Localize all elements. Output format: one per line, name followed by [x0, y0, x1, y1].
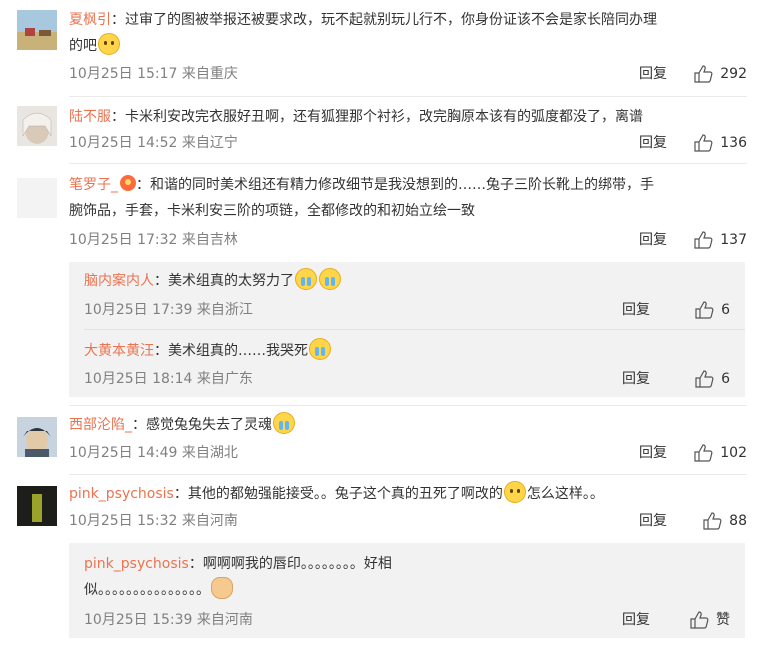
- like-button[interactable]: 136: [685, 131, 747, 155]
- like-button[interactable]: 6: [668, 367, 730, 391]
- like-button[interactable]: 88: [685, 509, 747, 533]
- username-link[interactable]: 脑内案内人: [84, 273, 154, 289]
- thumbs-up-icon: [690, 611, 709, 629]
- thumbs-up-icon: [695, 301, 714, 319]
- reply-button[interactable]: 回复: [639, 441, 667, 465]
- like-button[interactable]: 102: [685, 441, 747, 465]
- crying-emoji-icon: [273, 412, 295, 434]
- reply-button[interactable]: 回复: [639, 131, 667, 155]
- username-link[interactable]: 夏枫引: [69, 12, 111, 28]
- avatar[interactable]: [17, 10, 57, 50]
- like-count: 292: [720, 66, 747, 82]
- reply-thread: pink_psychosis：啊啊啊我的唇印。。。。。。。。好相 似。。。。。。…: [69, 543, 745, 638]
- reply-button[interactable]: 回复: [639, 228, 667, 252]
- like-button[interactable]: 137: [685, 228, 747, 252]
- like-count: 6: [721, 371, 730, 387]
- comment-timestamp: 10月25日 14:49 来自湖北: [69, 445, 238, 461]
- victory-hand-emoji-icon: [211, 577, 233, 599]
- thinking-emoji-icon: [98, 33, 120, 55]
- reply-button[interactable]: 回复: [622, 367, 650, 391]
- reply-text: 脑内案内人：美术组真的太努力了: [84, 268, 730, 294]
- divider: [69, 163, 747, 164]
- comment-timestamp: 10月25日 15:32 来自河南: [69, 513, 238, 529]
- divider: [69, 405, 747, 406]
- divider: [84, 329, 745, 330]
- username-link[interactable]: pink_psychosis: [84, 556, 189, 572]
- username-link[interactable]: 西部沦陷_: [69, 417, 132, 433]
- comment-text: 笔罗子_ ：和谐的同时美术组还有精力修改细节是我没想到的……兔子三阶长靴上的绑带，…: [69, 175, 654, 219]
- thumbs-up-icon: [695, 370, 714, 388]
- reply-text: pink_psychosis：啊啊啊我的唇印。。。。。。。。好相 似。。。。。。…: [84, 556, 392, 599]
- crying-emoji-icon: [309, 338, 331, 360]
- reply-button[interactable]: 回复: [622, 298, 650, 322]
- vip-badge-icon: [120, 175, 136, 191]
- thumbs-up-icon: [694, 134, 713, 152]
- reply-thread: 脑内案内人：美术组真的太努力了 10月25日 17:39 来自浙江 回复 6 大…: [69, 262, 745, 397]
- comment-text: 夏枫引：过审了的图被举报还被要求改，玩不起就别玩儿行不，你身份证该不会是家长陪同…: [69, 12, 657, 55]
- like-button[interactable]: 292: [685, 62, 747, 86]
- comment-text: pink_psychosis：其他的都勉强能接受。。兔子这个真的丑死了啊改的 怎么…: [69, 481, 747, 507]
- reply-text: 大黄本黄汪：美术组真的……我哭死: [84, 338, 730, 364]
- avatar[interactable]: [17, 417, 57, 457]
- avatar[interactable]: [17, 486, 57, 526]
- speechless-emoji-icon: [503, 481, 526, 503]
- username-link[interactable]: 陆不服: [69, 109, 111, 125]
- comment-timestamp: 10月25日 14:52 来自辽宁: [69, 135, 238, 151]
- reply-timestamp: 10月25日 18:14 来自广东: [84, 371, 253, 387]
- reply-timestamp: 10月25日 17:39 来自浙江: [84, 302, 253, 318]
- reply-timestamp: 10月25日 15:39 来自河南: [84, 612, 253, 628]
- thumbs-up-icon: [703, 512, 722, 530]
- reply-button[interactable]: 回复: [639, 509, 667, 533]
- crying-emoji-icon: [295, 268, 317, 290]
- comment-text: 陆不服：卡米利安改完衣服好丑啊，还有狐狸那个衬衫，改完胸原本该有的弧度都没了，离…: [69, 109, 643, 125]
- comment-timestamp: 10月25日 15:17 来自重庆: [69, 66, 238, 82]
- username-link[interactable]: 笔罗子_: [69, 177, 118, 193]
- username-link[interactable]: 大黄本黄汪: [84, 343, 154, 359]
- like-count: 136: [720, 135, 747, 151]
- thumbs-up-icon: [694, 444, 713, 462]
- divider: [69, 474, 747, 475]
- reply-button[interactable]: 回复: [622, 608, 650, 632]
- like-count: 88: [729, 513, 747, 529]
- like-count: 6: [721, 302, 730, 318]
- thumbs-up-icon: [694, 231, 713, 249]
- like-count: 102: [720, 445, 747, 461]
- avatar[interactable]: [17, 178, 57, 218]
- like-label: 赞: [716, 612, 730, 628]
- divider: [69, 96, 747, 97]
- avatar[interactable]: [17, 106, 57, 146]
- like-count: 137: [720, 232, 747, 248]
- comment-timestamp: 10月25日 17:32 来自吉林: [69, 232, 238, 248]
- like-button[interactable]: 赞: [668, 608, 730, 632]
- reply-button[interactable]: 回复: [639, 62, 667, 86]
- thumbs-up-icon: [694, 65, 713, 83]
- crying-emoji-icon: [319, 268, 341, 290]
- like-button[interactable]: 6: [668, 298, 730, 322]
- username-link[interactable]: pink_psychosis: [69, 486, 174, 502]
- comment-text: 西部沦陷_：感觉兔兔失去了灵魂: [69, 412, 747, 438]
